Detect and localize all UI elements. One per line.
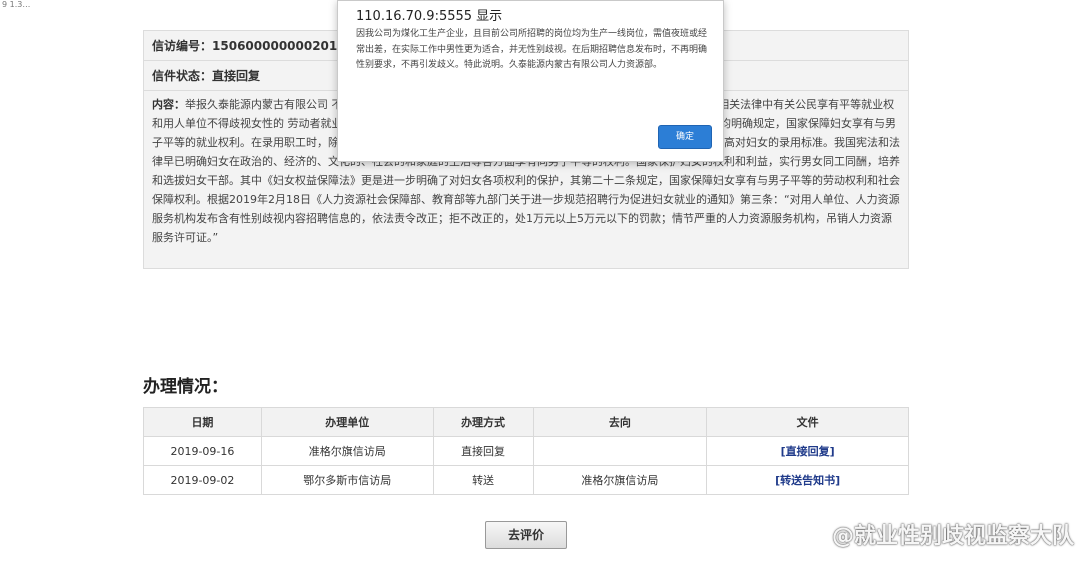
cell-date: 2019-09-02 xyxy=(143,465,262,495)
browser-url-fragment: 9 1.3… xyxy=(2,0,31,9)
weibo-icon xyxy=(796,524,824,547)
column-header-file: 文件 xyxy=(706,407,909,437)
table-row: 2019-09-16 准格尔旗信访局 直接回复 [直接回复] xyxy=(143,436,909,466)
cell-direction xyxy=(532,436,708,466)
letter-status-value: 直接回复 xyxy=(212,69,261,83)
ok-button[interactable]: 确定 xyxy=(658,125,712,149)
dialog-message: 因我公司为煤化工生产企业，且目前公司所招聘的岗位均为生产一线岗位，需值夜班或经常… xyxy=(356,29,708,70)
cell-file: [转送告知书] xyxy=(706,465,909,495)
cell-date: 2019-09-16 xyxy=(143,436,262,466)
watermark: @就业性别歧视监察大队 xyxy=(796,519,1074,549)
column-header-direction: 去向 xyxy=(532,407,708,437)
cell-unit: 鄂尔多斯市信访局 xyxy=(260,465,434,495)
handling-title: 办理情况： xyxy=(143,377,228,397)
handling-table: 日期 办理单位 办理方式 去向 文件 2019-09-16 准格尔旗信访局 直接… xyxy=(143,407,909,495)
transfer-notice-link[interactable]: [转送告知书] xyxy=(775,474,840,487)
dialog-title: 110.16.70.9:5555 显示 xyxy=(356,9,503,24)
table-row: 2019-09-02 鄂尔多斯市信访局 转送 准格尔旗信访局 [转送告知书] xyxy=(143,465,909,495)
cell-method: 转送 xyxy=(432,465,534,495)
cell-file: [直接回复] xyxy=(706,436,909,466)
cell-direction: 准格尔旗信访局 xyxy=(532,465,708,495)
cell-unit: 准格尔旗信访局 xyxy=(260,436,434,466)
letter-status-label: 信件状态： xyxy=(152,69,213,83)
watermark-text: @就业性别歧视监察大队 xyxy=(831,524,1074,549)
cell-method: 直接回复 xyxy=(432,436,534,466)
column-header-unit: 办理单位 xyxy=(260,407,434,437)
alert-dialog: 110.16.70.9:5555 显示 因我公司为煤化工生产企业，且目前公司所招… xyxy=(337,0,724,162)
table-header-row: 日期 办理单位 办理方式 去向 文件 xyxy=(143,407,909,437)
letter-number-label: 信访编号： xyxy=(152,39,213,53)
column-header-date: 日期 xyxy=(143,407,262,437)
column-header-method: 办理方式 xyxy=(432,407,534,437)
evaluate-button[interactable]: 去评价 xyxy=(485,521,567,549)
letter-content-label: 内容： xyxy=(152,98,185,111)
direct-reply-link[interactable]: [直接回复] xyxy=(781,445,835,458)
